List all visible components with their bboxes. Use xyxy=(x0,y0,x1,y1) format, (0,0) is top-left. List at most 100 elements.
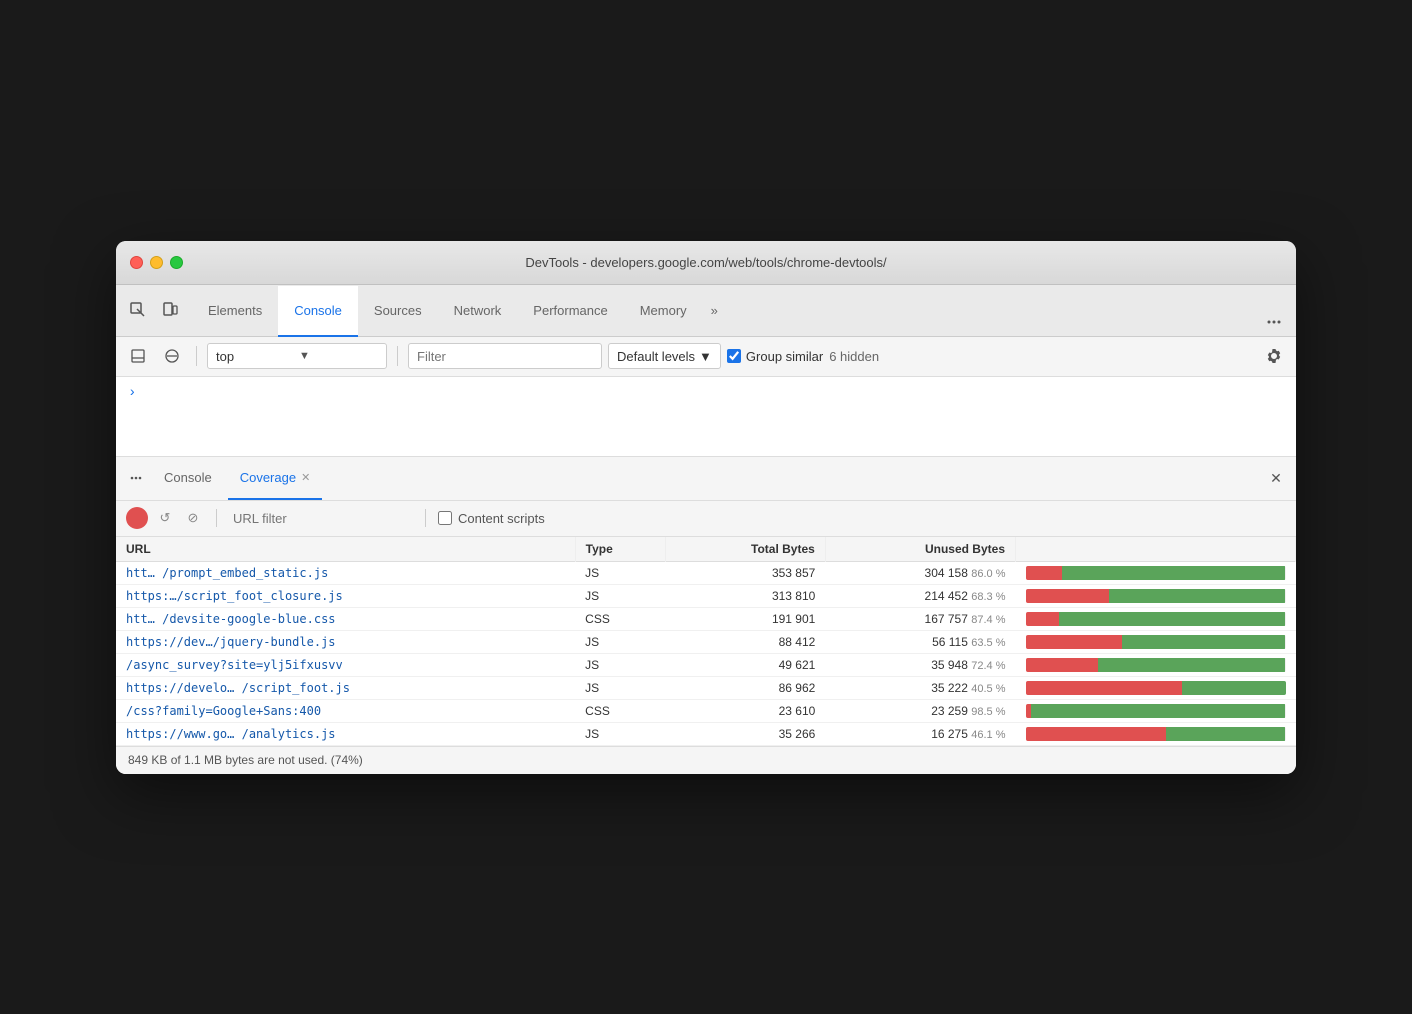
cell-bar xyxy=(1016,607,1296,630)
cell-url: https:…/script_foot_closure.js xyxy=(116,584,575,607)
cell-url: htt… /devsite-google-blue.css xyxy=(116,607,575,630)
cell-type: JS xyxy=(575,722,666,745)
table-row[interactable]: /async_survey?site=ylj5ifxusvv JS 49 621… xyxy=(116,653,1296,676)
panel-tab-console[interactable]: Console xyxy=(152,457,224,500)
cell-total: 353 857 xyxy=(666,561,826,584)
cell-unused: 23 259 98.5 % xyxy=(825,699,1015,722)
cell-url: https://develo… /script_foot.js xyxy=(116,676,575,699)
minimize-button[interactable] xyxy=(150,256,163,269)
content-scripts-label[interactable]: Content scripts xyxy=(438,511,545,526)
cov-sep-2 xyxy=(425,509,426,527)
traffic-lights xyxy=(130,256,183,269)
tab-console[interactable]: Console xyxy=(278,286,358,337)
tab-elements[interactable]: Elements xyxy=(192,286,278,337)
cell-url: /css?family=Google+Sans:400 xyxy=(116,699,575,722)
close-bottom-panel-icon[interactable]: ✕ xyxy=(1264,466,1288,490)
toolbar-sep-1 xyxy=(196,346,197,366)
default-levels-button[interactable]: Default levels ▼ xyxy=(608,343,721,369)
panel-tab-coverage[interactable]: Coverage ✕ xyxy=(228,457,323,500)
col-unused: Unused Bytes xyxy=(825,537,1015,562)
url-filter-input[interactable] xyxy=(229,511,413,526)
col-type: Type xyxy=(575,537,666,562)
coverage-status-bar: 849 KB of 1.1 MB bytes are not used. (74… xyxy=(116,746,1296,774)
cell-url: htt… /prompt_embed_static.js xyxy=(116,561,575,584)
close-button[interactable] xyxy=(130,256,143,269)
cell-type: JS xyxy=(575,676,666,699)
cell-bar xyxy=(1016,699,1296,722)
reload-coverage-icon[interactable]: ↺ xyxy=(154,507,176,529)
toolbar-sep-2 xyxy=(397,346,398,366)
coverage-table: URL Type Total Bytes Unused Bytes htt… /… xyxy=(116,537,1296,746)
more-tabs-button[interactable]: » xyxy=(703,285,726,336)
tab-network[interactable]: Network xyxy=(438,286,518,337)
cell-bar xyxy=(1016,653,1296,676)
cell-bar xyxy=(1016,630,1296,653)
panel-menu-icon[interactable] xyxy=(124,466,148,490)
table-row[interactable]: /css?family=Google+Sans:400 CSS 23 610 2… xyxy=(116,699,1296,722)
hidden-count: 6 hidden xyxy=(829,349,879,364)
cell-bar xyxy=(1016,722,1296,745)
inspect-icon[interactable] xyxy=(124,296,152,324)
cell-unused: 56 115 63.5 % xyxy=(825,630,1015,653)
show-drawer-icon[interactable] xyxy=(124,342,152,370)
cell-url: https://dev…/jquery-bundle.js xyxy=(116,630,575,653)
table-row[interactable]: https://www.go… /analytics.js JS 35 266 … xyxy=(116,722,1296,745)
cell-total: 86 962 xyxy=(666,676,826,699)
cell-total: 313 810 xyxy=(666,584,826,607)
cell-total: 35 266 xyxy=(666,722,826,745)
table-header-row: URL Type Total Bytes Unused Bytes xyxy=(116,537,1296,562)
cell-type: JS xyxy=(575,630,666,653)
tab-sources[interactable]: Sources xyxy=(358,286,438,337)
devtools-tab-bar: Elements Console Sources Network Perform… xyxy=(116,285,1296,337)
maximize-button[interactable] xyxy=(170,256,183,269)
context-selector[interactable]: top ▼ xyxy=(207,343,387,369)
cell-unused: 16 275 46.1 % xyxy=(825,722,1015,745)
cell-total: 23 610 xyxy=(666,699,826,722)
table-row[interactable]: htt… /prompt_embed_static.js JS 353 857 … xyxy=(116,561,1296,584)
cell-bar xyxy=(1016,561,1296,584)
cell-unused: 35 222 40.5 % xyxy=(825,676,1015,699)
device-toolbar-icon[interactable] xyxy=(156,296,184,324)
group-similar-checkbox-label[interactable]: Group similar xyxy=(727,349,823,364)
cell-url: /async_survey?site=ylj5ifxusvv xyxy=(116,653,575,676)
cell-unused: 304 158 86.0 % xyxy=(825,561,1015,584)
cov-sep-1 xyxy=(216,509,217,527)
cell-type: CSS xyxy=(575,607,666,630)
cell-total: 88 412 xyxy=(666,630,826,653)
console-toolbar: top ▼ Default levels ▼ Group similar 6 h… xyxy=(116,337,1296,377)
cell-type: CSS xyxy=(575,699,666,722)
devtools-window: DevTools - developers.google.com/web/too… xyxy=(116,241,1296,774)
group-similar-checkbox[interactable] xyxy=(727,349,741,363)
console-prompt-chevron[interactable]: › xyxy=(128,385,136,401)
table-row[interactable]: https:…/script_foot_closure.js JS 313 81… xyxy=(116,584,1296,607)
tab-performance[interactable]: Performance xyxy=(517,286,623,337)
col-total: Total Bytes xyxy=(666,537,826,562)
col-bar xyxy=(1016,537,1296,562)
devtools-menu-button[interactable] xyxy=(1260,308,1288,336)
content-scripts-checkbox[interactable] xyxy=(438,511,452,525)
table-row[interactable]: htt… /devsite-google-blue.css CSS 191 90… xyxy=(116,607,1296,630)
cell-type: JS xyxy=(575,653,666,676)
clear-console-icon[interactable] xyxy=(158,342,186,370)
col-url: URL xyxy=(116,537,575,562)
console-filter-input[interactable] xyxy=(408,343,602,369)
console-output: › xyxy=(116,377,1296,457)
cell-unused: 35 948 72.4 % xyxy=(825,653,1015,676)
table-row[interactable]: https://develo… /script_foot.js JS 86 96… xyxy=(116,676,1296,699)
cell-type: JS xyxy=(575,584,666,607)
record-coverage-button[interactable] xyxy=(126,507,148,529)
bottom-panel-header: Console Coverage ✕ ✕ xyxy=(116,457,1296,501)
cell-total: 191 901 xyxy=(666,607,826,630)
tab-memory[interactable]: Memory xyxy=(624,286,703,337)
context-arrow: ▼ xyxy=(299,350,378,362)
close-coverage-tab-icon[interactable]: ✕ xyxy=(301,471,310,484)
cell-total: 49 621 xyxy=(666,653,826,676)
clear-coverage-icon[interactable]: ⊘ xyxy=(182,507,204,529)
cell-url: https://www.go… /analytics.js xyxy=(116,722,575,745)
cell-unused: 214 452 68.3 % xyxy=(825,584,1015,607)
tab-bar-icons xyxy=(124,285,192,336)
table-row[interactable]: https://dev…/jquery-bundle.js JS 88 412 … xyxy=(116,630,1296,653)
settings-gear-icon[interactable] xyxy=(1260,342,1288,370)
coverage-toolbar: ↺ ⊘ Content scripts xyxy=(116,501,1296,537)
window-title: DevTools - developers.google.com/web/too… xyxy=(525,255,886,270)
